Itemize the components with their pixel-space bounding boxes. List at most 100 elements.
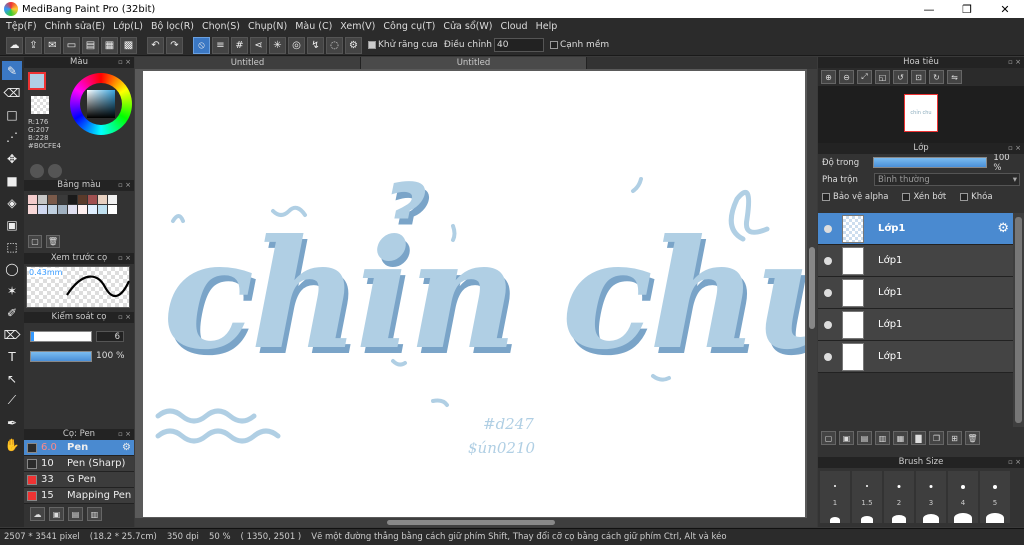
- saturation-square[interactable]: [87, 90, 115, 118]
- parallel-snap-icon[interactable]: ≡: [212, 36, 229, 54]
- eye-icon[interactable]: [824, 256, 832, 265]
- eye-icon[interactable]: [824, 320, 832, 329]
- grid-snap-icon[interactable]: #: [231, 36, 248, 54]
- snap-off-icon[interactable]: ⦸: [193, 36, 210, 54]
- brush-opacity-slider[interactable]: [30, 351, 92, 362]
- protect-alpha-checkbox[interactable]: [822, 192, 830, 201]
- flip-icon[interactable]: ⇋: [947, 70, 962, 84]
- brush-size-option[interactable]: 3: [916, 471, 946, 523]
- add-brush-icon[interactable]: ▣: [49, 507, 64, 521]
- restore-button[interactable]: ❐: [948, 0, 986, 18]
- page-icon[interactable]: ▦: [101, 36, 118, 54]
- layer-settings-icon[interactable]: ⚙: [997, 221, 1009, 236]
- brush-file-icon[interactable]: ▤: [68, 507, 83, 521]
- brush-size-option[interactable]: 1: [820, 471, 850, 523]
- brush-size-slider[interactable]: [30, 331, 92, 342]
- perspective-snap-icon[interactable]: ⋖: [250, 36, 267, 54]
- duplicate-layer-icon[interactable]: ❐: [929, 431, 944, 445]
- fill-rect-tool-icon[interactable]: ■: [2, 171, 22, 190]
- tab-untitled-1[interactable]: Untitled: [135, 57, 361, 69]
- lock-checkbox[interactable]: [960, 192, 969, 201]
- redo-icon[interactable]: ↷: [166, 36, 183, 54]
- magic-wand-tool-icon[interactable]: ✶: [2, 281, 22, 300]
- palette-swatch[interactable]: [48, 195, 57, 204]
- clip-checkbox[interactable]: [902, 192, 911, 201]
- eye-icon[interactable]: [824, 352, 832, 361]
- antialias-checkbox[interactable]: [368, 41, 376, 49]
- brush-item[interactable]: 10 Pen (Sharp): [24, 456, 134, 472]
- select-eraser-tool-icon[interactable]: ⌦: [2, 325, 22, 344]
- new-halftone-layer-icon[interactable]: ▣: [839, 431, 854, 445]
- menu-edit[interactable]: Chỉnh sửa(E): [41, 21, 110, 32]
- layer-row[interactable]: Lớp1: [818, 277, 1013, 309]
- brush-tool-icon[interactable]: ✎: [2, 61, 22, 80]
- share-icon[interactable]: ⇪: [25, 36, 42, 54]
- delete-palette-color-icon[interactable]: 🗑: [46, 235, 60, 248]
- layer-opacity-slider[interactable]: [873, 157, 988, 168]
- canvas-vertical-scrollbar[interactable]: [807, 69, 817, 527]
- move-tool-icon[interactable]: ✥: [2, 149, 22, 168]
- layer-row[interactable]: Lớp1: [818, 309, 1013, 341]
- new-folder-layer-icon[interactable]: ▥: [875, 431, 890, 445]
- cloud-icon[interactable]: ☁: [6, 36, 23, 54]
- hand-tool-icon[interactable]: ✋: [2, 435, 22, 454]
- layer-row[interactable]: Lớp1: [818, 245, 1013, 277]
- menu-window[interactable]: Cửa sổ(W): [439, 21, 496, 32]
- menu-snap[interactable]: Chụp(N): [244, 21, 291, 32]
- color-wheel[interactable]: [70, 73, 132, 135]
- menu-layer[interactable]: Lớp(L): [109, 21, 147, 32]
- menu-select[interactable]: Chọn(S): [198, 21, 244, 32]
- palette-swatch[interactable]: [58, 195, 67, 204]
- new-8bit-layer-icon[interactable]: ▤: [857, 431, 872, 445]
- folder-icon[interactable]: ▇: [911, 431, 926, 445]
- palette-swatch[interactable]: [78, 195, 87, 204]
- shape-tool-icon[interactable]: □: [2, 105, 22, 124]
- brush-item[interactable]: 15 Mapping Pen: [24, 488, 134, 504]
- layer-row[interactable]: Lớp1 ⚙: [818, 213, 1013, 245]
- palette-swatch[interactable]: [28, 195, 37, 204]
- palette-swatch[interactable]: [38, 205, 47, 214]
- soft-edge-checkbox[interactable]: [549, 41, 558, 49]
- transparent-color-swatch[interactable]: [31, 96, 49, 114]
- navigator-view[interactable]: chỉn chu: [818, 86, 1024, 143]
- merge-layer-icon[interactable]: ⊞: [947, 431, 962, 445]
- zoom-in-icon[interactable]: ⊕: [821, 70, 836, 84]
- menu-filter[interactable]: Bộ lọc(R): [147, 21, 198, 32]
- gradient-tool-icon[interactable]: ▣: [2, 215, 22, 234]
- menu-tools[interactable]: Công cụ(T): [379, 21, 439, 32]
- palette-swatch[interactable]: [48, 205, 57, 214]
- palette-swatch[interactable]: [88, 195, 97, 204]
- palette-swatch[interactable]: [28, 205, 37, 214]
- correction-input[interactable]: 40: [493, 38, 544, 52]
- document-icon[interactable]: ▤: [82, 36, 99, 54]
- brush-size-option[interactable]: 5: [980, 471, 1010, 523]
- palette-swatch[interactable]: [108, 205, 117, 214]
- select-tool-icon[interactable]: ⬚: [2, 237, 22, 256]
- eye-icon[interactable]: [824, 288, 832, 297]
- menu-cloud[interactable]: Cloud: [496, 21, 531, 32]
- brush-size-option[interactable]: 4: [948, 471, 978, 523]
- brush-item[interactable]: 33 G Pen: [24, 472, 134, 488]
- palette-swatch[interactable]: [78, 205, 87, 214]
- canvas-horizontal-scrollbar[interactable]: [135, 518, 807, 527]
- snap-settings-icon[interactable]: ⚙: [345, 36, 362, 54]
- color-mode-icon[interactable]: [30, 164, 44, 178]
- eye-icon[interactable]: [824, 224, 832, 233]
- eraser-tool-icon[interactable]: ⌫: [2, 83, 22, 102]
- ellipse-snap-icon[interactable]: ◌: [326, 36, 343, 54]
- drawing-canvas[interactable]: chỉn chu chỉn chu #d247 $ún0210: [143, 71, 867, 517]
- palette-swatch[interactable]: [98, 205, 107, 214]
- menu-help[interactable]: Help: [532, 21, 562, 32]
- palette-swatch[interactable]: [98, 195, 107, 204]
- curve-snap-icon[interactable]: ↯: [307, 36, 324, 54]
- grid-icon[interactable]: ▩: [120, 36, 137, 54]
- layer-row[interactable]: Lớp1: [818, 341, 1013, 373]
- color-picker-icon[interactable]: [48, 164, 62, 178]
- rotate-right-icon[interactable]: ↻: [929, 70, 944, 84]
- minimize-button[interactable]: —: [910, 0, 948, 18]
- chat-icon[interactable]: ▭: [63, 36, 80, 54]
- delete-layer-icon[interactable]: 🗑: [965, 431, 980, 445]
- lasso-tool-icon[interactable]: ◯: [2, 259, 22, 278]
- palette-swatch[interactable]: [88, 205, 97, 214]
- brush-item[interactable]: 6.0 Pen ⚙: [24, 440, 134, 456]
